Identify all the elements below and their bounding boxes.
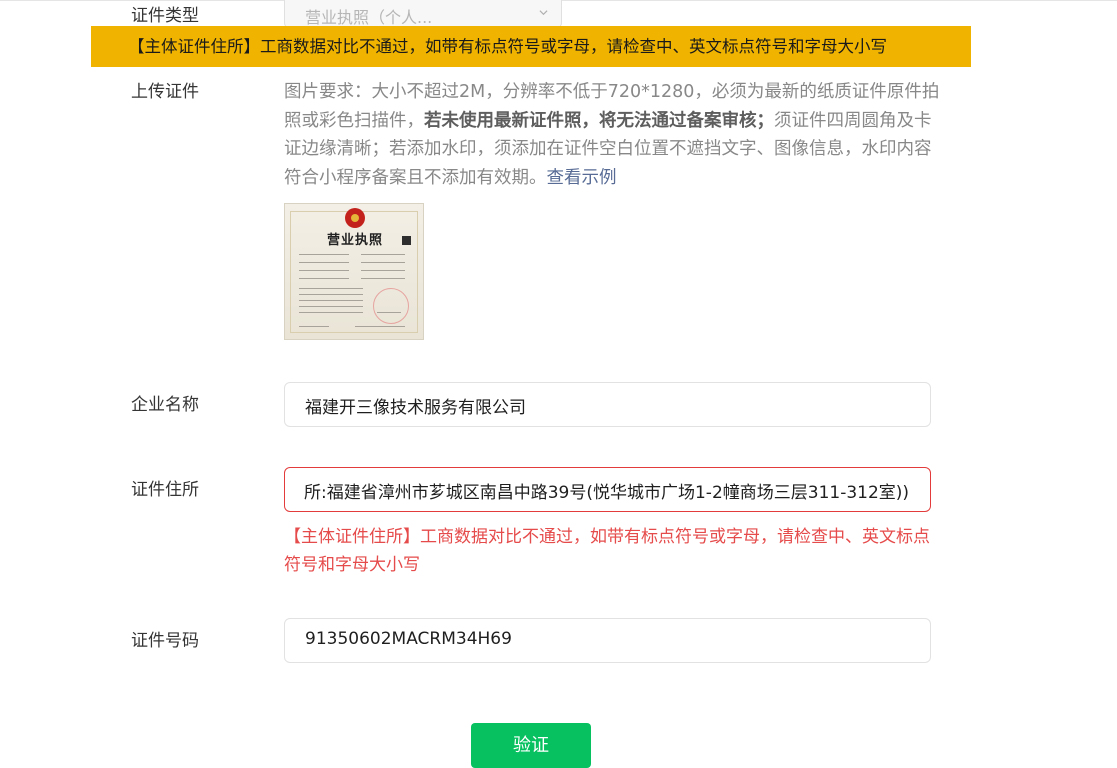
sample-line bbox=[299, 306, 363, 307]
chevron-down-icon bbox=[539, 10, 548, 16]
error-toast: 【主体证件住所】工商数据对比不通过，如带有标点符号或字母，请检查中、英文标点符号… bbox=[91, 26, 971, 67]
sample-line bbox=[299, 262, 349, 263]
verify-button[interactable]: 验证 bbox=[471, 723, 591, 768]
cert-type-value: 营业执照（个人... bbox=[305, 8, 433, 27]
sample-line bbox=[361, 278, 405, 279]
upload-requirements: 图片要求：大小不超过2M，分辨率不低于720*1280，必须为最新的纸质证件原件… bbox=[284, 78, 944, 192]
cert-type-select[interactable]: 营业执照（个人... bbox=[284, 0, 562, 28]
sample-line bbox=[361, 270, 405, 271]
sample-line bbox=[377, 312, 401, 313]
view-example-link[interactable]: 查看示例 bbox=[547, 168, 617, 188]
qr-code-icon bbox=[400, 234, 413, 247]
sample-line bbox=[355, 326, 405, 327]
cert-number-value: 91350602MACRM34H69 bbox=[305, 629, 512, 649]
sample-line bbox=[299, 254, 349, 255]
sample-line bbox=[299, 270, 349, 271]
sample-line bbox=[299, 312, 363, 313]
national-emblem-icon bbox=[345, 208, 365, 228]
address-error-message: 【主体证件住所】工商数据对比不通过，如带有标点符号或字母，请检查中、英文标点符号… bbox=[284, 527, 930, 575]
seal-stamp-icon bbox=[373, 288, 409, 324]
upload-req-bold: 若未使用最新证件照，将无法通过备案审核； bbox=[424, 110, 774, 131]
sample-line bbox=[361, 254, 405, 255]
address-input[interactable]: 所:福建省漳州市芗城区南昌中路39号(悦华城市广场1-2幢商场三层311-312… bbox=[284, 467, 931, 512]
company-name-value: 福建开三像技术服务有限公司 bbox=[305, 398, 526, 418]
cert-type-label: 证件类型 bbox=[131, 6, 199, 26]
license-sample-image[interactable]: 营业执照 bbox=[284, 203, 424, 340]
sample-line bbox=[361, 262, 405, 263]
upload-label: 上传证件 bbox=[131, 82, 199, 102]
cert-number-label: 证件号码 bbox=[131, 631, 199, 651]
cert-number-input[interactable]: 91350602MACRM34H69 bbox=[284, 618, 931, 663]
sample-line bbox=[299, 278, 349, 279]
sample-line bbox=[299, 326, 329, 327]
address-value: 所:福建省漳州市芗城区南昌中路39号(悦华城市广场1-2幢商场三层311-312… bbox=[304, 483, 910, 503]
company-name-input[interactable]: 福建开三像技术服务有限公司 bbox=[284, 382, 931, 427]
company-name-label: 企业名称 bbox=[131, 395, 199, 415]
sample-line bbox=[299, 294, 363, 295]
sample-line bbox=[299, 300, 363, 301]
sample-line bbox=[299, 288, 363, 289]
address-label: 证件住所 bbox=[131, 480, 199, 500]
